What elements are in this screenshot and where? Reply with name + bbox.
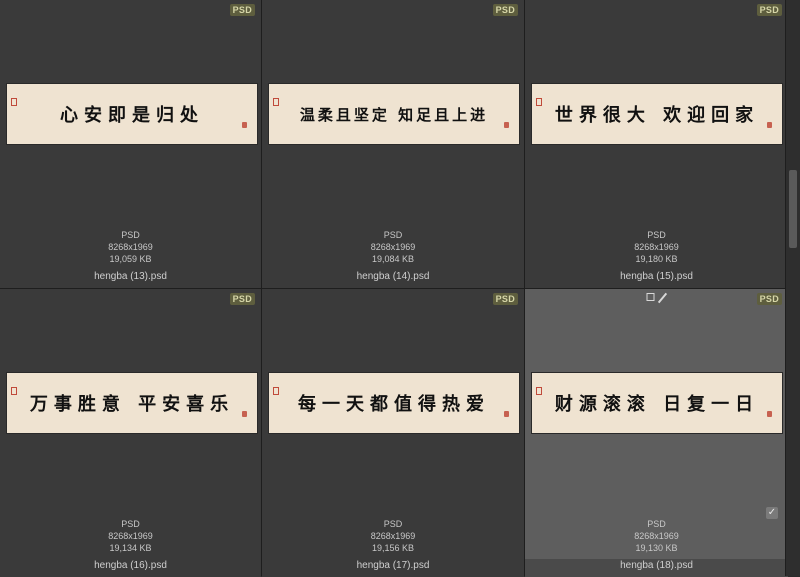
file-type-badge: PSD [756,4,782,16]
file-name[interactable]: hengba (17).psd [262,560,524,571]
file-type-badge: PSD [492,293,518,305]
file-type-badge: PSD [492,4,518,16]
file-tile[interactable]: PSD 世界很大 欢迎回家 PSD 8268x1969 19,180 KB he… [525,0,788,288]
seal-mark [273,98,279,106]
file-type: PSD [121,230,140,240]
file-type: PSD [647,230,666,240]
file-tile[interactable]: PSD 万事胜意 平安喜乐 PSD 8268x1969 19,134 KB he… [0,289,261,577]
thumbnail-image[interactable]: 财源滚滚 日复一日 [532,373,782,433]
vertical-scrollbar[interactable] [785,0,800,576]
thumbnail-image[interactable]: 心安即是归处 [7,84,257,144]
seal-mark [504,122,509,128]
seal-mark [767,122,772,128]
thumbnail-calligraphy: 世界很大 欢迎回家 [554,105,760,126]
pencil-icon[interactable] [657,293,667,303]
seal-mark [11,98,17,106]
thumbnail-calligraphy: 万事胜意 平安喜乐 [29,394,235,415]
file-metadata: PSD 8268x1969 19,059 KB [0,229,261,265]
seal-mark [536,387,542,395]
file-metadata: PSD 8268x1969 19,134 KB [0,518,261,554]
file-metadata: PSD 8268x1969 19,180 KB [525,229,788,265]
seal-mark [273,387,279,395]
file-type: PSD [121,519,140,529]
file-size: 19,130 KB [635,543,678,553]
file-size: 19,059 KB [109,254,152,264]
thumbnail-image[interactable]: 温柔且坚定 知足且上进 [269,84,519,144]
file-dimensions: 8268x1969 [108,242,153,252]
seal-mark [504,411,509,417]
thumbnail-calligraphy: 财源滚滚 日复一日 [554,394,760,415]
file-metadata: PSD 8268x1969 19,084 KB [262,229,524,265]
file-dimensions: 8268x1969 [108,531,153,541]
file-type-badge: PSD [756,293,782,305]
seal-mark [536,98,542,106]
file-name[interactable]: hengba (18).psd [525,560,788,571]
thumbnail-calligraphy: 每一天都值得热爱 [298,394,490,415]
file-tile-selected[interactable]: PSD 财源滚滚 日复一日 ✓ PSD 8268x1969 19,130 KB … [525,289,788,577]
thumbnail-image[interactable]: 世界很大 欢迎回家 [532,84,782,144]
file-size: 19,084 KB [371,254,415,264]
tile-tools [646,293,667,303]
file-name[interactable]: hengba (13).psd [0,271,261,282]
seal-mark [11,387,17,395]
file-dimensions: 8268x1969 [634,242,679,252]
file-dimensions: 8268x1969 [370,531,416,541]
file-name[interactable]: hengba (15).psd [525,271,788,282]
file-size: 19,156 KB [371,543,415,553]
file-type: PSD [383,230,403,240]
file-type: PSD [647,519,666,529]
file-name[interactable]: hengba (16).psd [0,560,261,571]
thumbnail-image[interactable]: 每一天都值得热爱 [269,373,519,433]
select-square-icon[interactable] [646,293,654,301]
thumbnail-calligraphy: 温柔且坚定 知足且上进 [299,105,489,124]
file-type: PSD [383,519,403,529]
file-type-badge: PSD [229,4,255,16]
file-dimensions: 8268x1969 [634,531,679,541]
thumbnail-grid: PSD 心安即是归处 PSD 8268x1969 19,059 KB hengb… [0,0,788,577]
file-metadata: PSD 8268x1969 19,156 KB [262,518,524,554]
seal-mark [242,411,247,417]
thumbnail-image[interactable]: 万事胜意 平安喜乐 [7,373,257,433]
file-tile[interactable]: PSD 心安即是归处 PSD 8268x1969 19,059 KB hengb… [0,0,261,288]
file-name[interactable]: hengba (14).psd [262,271,524,282]
scrollbar-thumb[interactable] [789,170,797,248]
seal-mark [767,411,772,417]
thumbnail-calligraphy: 心安即是归处 [60,105,204,126]
seal-mark [242,122,247,128]
file-dimensions: 8268x1969 [370,242,416,252]
file-metadata: PSD 8268x1969 19,130 KB [525,518,788,554]
file-size: 19,180 KB [635,254,678,264]
file-size: 19,134 KB [109,543,152,553]
file-tile[interactable]: PSD 温柔且坚定 知足且上进 PSD 8268x1969 19,084 KB … [262,0,524,288]
file-type-badge: PSD [229,293,255,305]
file-tile[interactable]: PSD 每一天都值得热爱 PSD 8268x1969 19,156 KB hen… [262,289,524,577]
